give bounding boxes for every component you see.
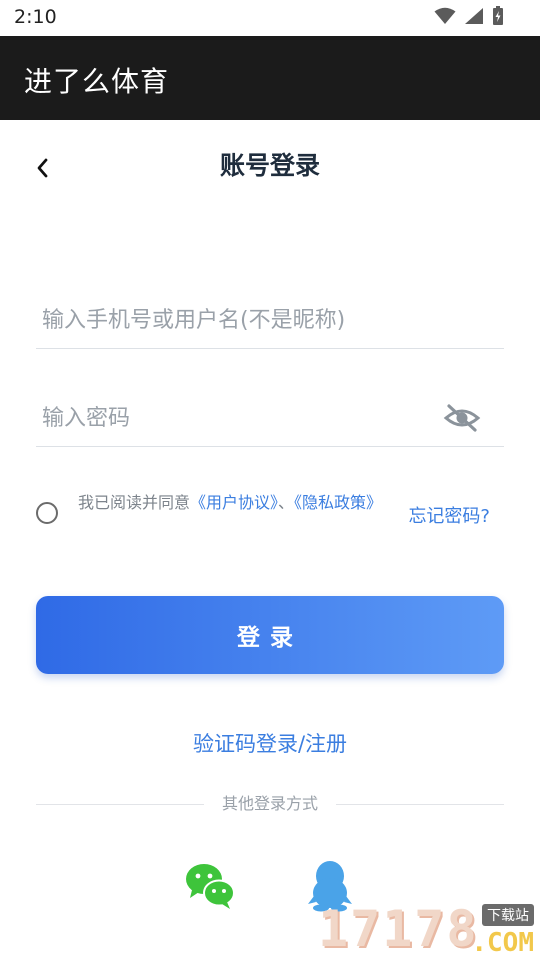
- eye-off-icon: [443, 404, 481, 432]
- other-login-divider: 其他登录方式: [36, 792, 504, 816]
- other-login-label: 其他登录方式: [221, 794, 318, 813]
- forgot-password-link[interactable]: 忘记密码?: [408, 502, 490, 528]
- status-bar: 2:10: [0, 0, 540, 36]
- password-input[interactable]: [42, 390, 422, 446]
- password-visibility-toggle[interactable]: [442, 402, 482, 434]
- username-field: [36, 292, 504, 349]
- wifi-icon: [434, 7, 456, 24]
- app-bar: 进了么体育: [0, 36, 540, 120]
- login-button[interactable]: 登录: [36, 596, 504, 674]
- agreement-checkbox[interactable]: [36, 502, 58, 524]
- watermark-tag: 下载站: [482, 904, 534, 926]
- user-agreement-link[interactable]: 《用户协议》: [190, 493, 278, 512]
- username-input[interactable]: [42, 292, 422, 348]
- sms-login-link[interactable]: 验证码登录/注册: [0, 728, 540, 758]
- agreement-separator: 、: [278, 493, 295, 512]
- watermark-suffix: .COM: [471, 928, 534, 958]
- cell-signal-icon: [465, 8, 483, 24]
- wechat-login-button[interactable]: [184, 862, 236, 910]
- agreement-row: 我已阅读并同意《用户协议》、《隐私政策》 忘记密码?: [36, 490, 504, 540]
- page-title: 账号登录: [219, 151, 320, 180]
- status-icons: [434, 6, 504, 26]
- wechat-icon: [186, 864, 235, 909]
- agreement-text: 我已阅读并同意《用户协议》、《隐私政策》: [78, 492, 398, 514]
- status-time: 2:10: [14, 6, 57, 28]
- app-title: 进了么体育: [24, 65, 170, 98]
- site-watermark: 17178 下载站 .COM: [312, 898, 540, 960]
- password-field: [36, 390, 504, 447]
- battery-charging-icon: [493, 6, 503, 25]
- privacy-policy-link[interactable]: 《隐私政策》: [294, 493, 382, 512]
- agreement-prefix: 我已阅读并同意: [78, 493, 191, 512]
- watermark-digits: 17178: [318, 900, 479, 958]
